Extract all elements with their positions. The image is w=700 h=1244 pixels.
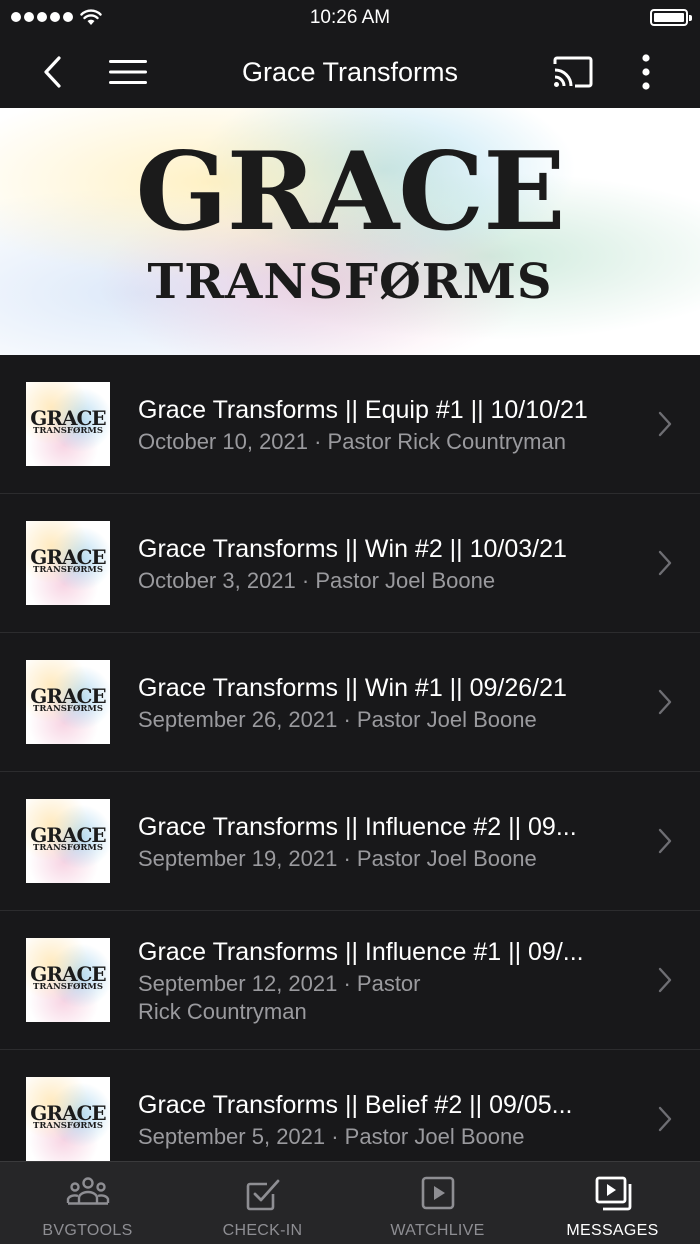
message-list: GRACE TRANSFØRMS Grace Transforms || Equ… [0, 355, 700, 1189]
chevron-right-icon [658, 550, 672, 576]
tab-label: MESSAGES [566, 1222, 659, 1239]
cast-button[interactable] [548, 36, 598, 108]
banner-title-transforms: TRANSFØRMS [147, 254, 553, 310]
thumbnail-title: GRACE [30, 823, 106, 847]
message-thumbnail: GRACE TRANSFØRMS [26, 799, 110, 883]
message-thumbnail: GRACE TRANSFØRMS [26, 521, 110, 605]
chevron-left-icon [44, 56, 61, 88]
message-thumbnail: GRACE TRANSFØRMS [26, 1077, 110, 1161]
thumbnail-title: GRACE [30, 962, 106, 986]
message-thumbnail: GRACE TRANSFØRMS [26, 382, 110, 466]
message-subtitle: September 26, 2021 · Pastor Joel Boone [138, 707, 537, 732]
cast-icon [553, 56, 593, 88]
chevron-right-icon [658, 967, 672, 993]
status-time: 10:26 AM [309, 7, 391, 28]
tab-bar: BVGTOOLS CHECK-IN WATCHLIVE MESSAGES [0, 1161, 700, 1244]
message-title: Grace Transforms || Influence #1 || 09/.… [138, 938, 584, 966]
more-options-button[interactable] [626, 36, 666, 108]
battery-icon [650, 9, 692, 26]
message-title: Grace Transforms || Win #2 || 10/03/21 [138, 535, 567, 563]
thumbnail-title: GRACE [30, 1101, 106, 1125]
checkbox-icon [246, 1179, 279, 1211]
status-bar: 10:26 AM [0, 0, 700, 36]
thumbnail-title: GRACE [30, 545, 106, 569]
message-thumbnail: GRACE TRANSFØRMS [26, 938, 110, 1022]
hamburger-menu-icon [109, 60, 147, 84]
thumbnail-subtitle: TRANSFØRMS [33, 704, 103, 714]
message-title: Grace Transforms || Influence #2 || 09..… [138, 813, 577, 841]
message-subtitle: October 3, 2021 · Pastor Joel Boone [138, 568, 496, 593]
thumbnail-title: GRACE [30, 684, 106, 708]
message-thumbnail: GRACE TRANSFØRMS [26, 660, 110, 744]
message-subtitle: September 19, 2021 · Pastor Joel Boone [138, 846, 537, 871]
chevron-right-icon [658, 828, 672, 854]
message-subtitle: September 12, 2021 · Pastor Rick Country… [138, 971, 421, 1024]
thumbnail-subtitle: TRANSFØRMS [33, 565, 103, 575]
message-list-item[interactable]: GRACE TRANSFØRMS Grace Transforms || Inf… [0, 772, 700, 911]
message-list-item[interactable]: GRACE TRANSFØRMS Grace Transforms || Win… [0, 494, 700, 633]
message-list-item[interactable]: GRACE TRANSFØRMS Grace Transforms || Equ… [0, 355, 700, 494]
people-icon [66, 1177, 109, 1205]
chevron-right-icon [658, 411, 672, 437]
media-stack-icon [595, 1176, 631, 1211]
tab-check-in[interactable]: CHECK-IN [175, 1162, 350, 1244]
page-title: Grace Transforms [241, 57, 459, 87]
tab-label: CHECK-IN [222, 1222, 303, 1239]
tab-messages[interactable]: MESSAGES [525, 1162, 700, 1244]
message-title: Grace Transforms || Win #1 || 09/26/21 [138, 674, 567, 702]
thumbnail-subtitle: TRANSFØRMS [33, 1121, 103, 1131]
back-button[interactable] [30, 36, 74, 108]
more-vertical-icon [642, 54, 650, 90]
navigation-bar: Grace Transforms [0, 36, 700, 108]
tab-label: BVGTOOLS [42, 1222, 133, 1239]
tab-watchlive[interactable]: WATCHLIVE [350, 1162, 525, 1244]
message-list-item[interactable]: GRACE TRANSFØRMS Grace Transforms || Inf… [0, 911, 700, 1050]
play-icon [421, 1176, 454, 1210]
message-subtitle: October 10, 2021 · Pastor Rick Countryma… [138, 429, 566, 454]
menu-button[interactable] [102, 36, 154, 108]
series-banner: GRACE TRANSFØRMS [0, 108, 700, 355]
message-list-item[interactable]: GRACE TRANSFØRMS Grace Transforms || Win… [0, 633, 700, 772]
banner-title-grace: GRACE [135, 129, 565, 255]
tab-bvgtools[interactable]: BVGTOOLS [0, 1162, 175, 1244]
message-subtitle: September 5, 2021 · Pastor Joel Boone [138, 1124, 525, 1149]
chevron-right-icon [658, 689, 672, 715]
thumbnail-subtitle: TRANSFØRMS [33, 843, 103, 853]
message-title: Grace Transforms || Equip #1 || 10/10/21 [138, 396, 588, 424]
thumbnail-title: GRACE [30, 406, 106, 430]
thumbnail-subtitle: TRANSFØRMS [33, 982, 103, 992]
tab-label: WATCHLIVE [390, 1222, 485, 1239]
chevron-right-icon [658, 1106, 672, 1132]
message-title: Grace Transforms || Belief #2 || 09/05..… [138, 1091, 573, 1119]
thumbnail-subtitle: TRANSFØRMS [33, 426, 103, 436]
